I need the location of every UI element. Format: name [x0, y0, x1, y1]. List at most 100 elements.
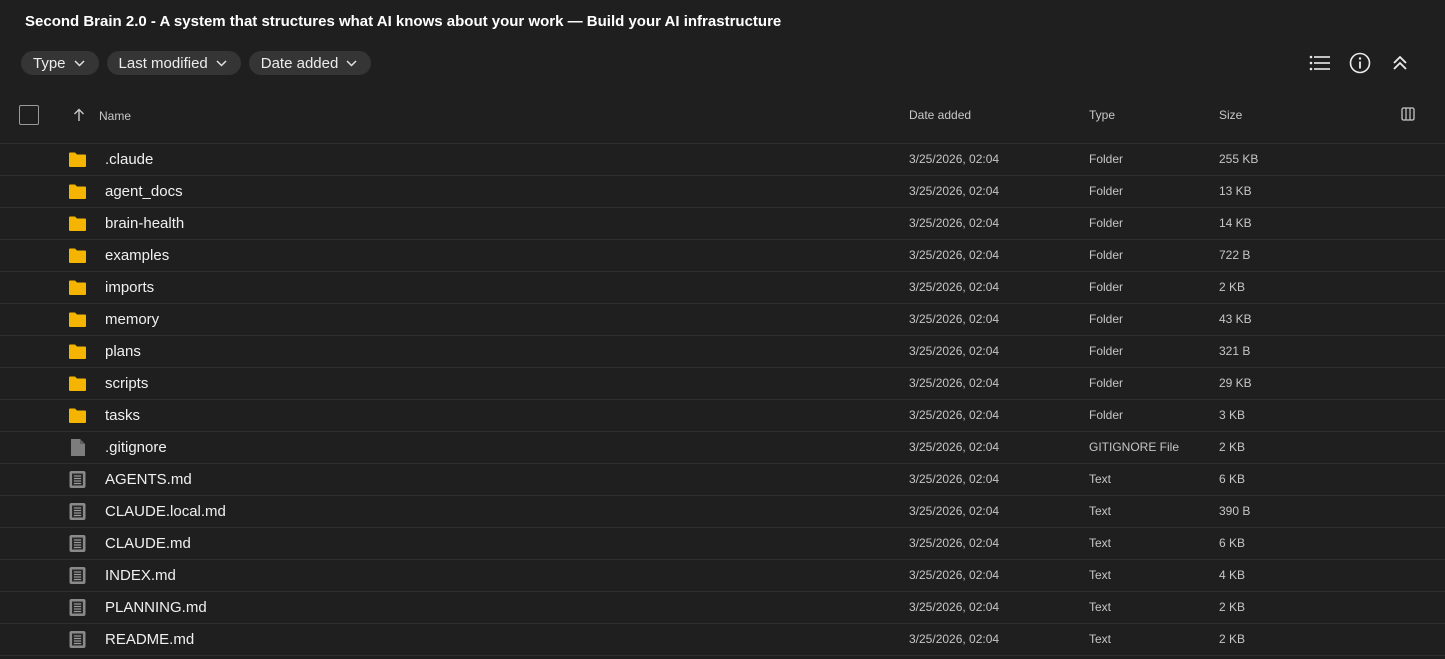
- table-row[interactable]: README.md 3/25/2026, 02:04 Text 2 KB: [0, 624, 1445, 656]
- columns-settings-icon[interactable]: [1401, 107, 1415, 124]
- table-row[interactable]: CLAUDE.local.md 3/25/2026, 02:04 Text 390 B: [0, 496, 1445, 528]
- file-name: plans: [105, 343, 141, 360]
- select-all-checkbox[interactable]: [19, 105, 39, 125]
- file-type: Folder: [1089, 408, 1124, 422]
- folder-icon: [68, 342, 87, 361]
- file-name: AGENTS.md: [105, 471, 192, 488]
- file-name: README.md: [105, 631, 195, 648]
- file-type: Text: [1089, 504, 1112, 518]
- text-file-icon: [68, 470, 87, 489]
- file-type: Text: [1089, 536, 1112, 550]
- column-header-date-added[interactable]: Date added: [909, 108, 971, 122]
- file-date-added: 3/25/2026, 02:04: [909, 312, 1000, 326]
- file-name: tasks: [105, 407, 141, 424]
- file-type: Folder: [1089, 184, 1124, 198]
- column-header-type[interactable]: Type: [1089, 108, 1115, 122]
- folder-icon: [68, 278, 87, 297]
- table-row[interactable]: tasks 3/25/2026, 02:04 Folder 3 KB: [0, 400, 1445, 432]
- file-date-added: 3/25/2026, 02:04: [909, 248, 1000, 262]
- file-size: 43 KB: [1219, 312, 1252, 326]
- text-file-icon: [68, 598, 87, 617]
- chevron-down-icon: [346, 59, 357, 67]
- file-date-added: 3/25/2026, 02:04: [909, 600, 1000, 614]
- file-type: Folder: [1089, 152, 1124, 166]
- file-size: 321 B: [1219, 344, 1251, 358]
- table-row[interactable]: imports 3/25/2026, 02:04 Folder 2 KB: [0, 272, 1445, 304]
- file-size: 2 KB: [1219, 632, 1246, 646]
- file-size: 4 KB: [1219, 568, 1246, 582]
- filter-bar: Type Last modified Date added: [21, 51, 372, 75]
- table-row[interactable]: examples 3/25/2026, 02:04 Folder 722 B: [0, 240, 1445, 272]
- text-file-icon: [68, 502, 87, 521]
- file-date-added: 3/25/2026, 02:04: [909, 184, 1000, 198]
- table-row[interactable]: plans 3/25/2026, 02:04 Folder 321 B: [0, 336, 1445, 368]
- file-name: brain-health: [105, 215, 185, 232]
- text-file-icon: [68, 630, 87, 649]
- column-header-name[interactable]: Name: [99, 109, 131, 123]
- table-row[interactable]: agent_docs 3/25/2026, 02:04 Folder 13 KB: [0, 176, 1445, 208]
- last-modified-filter-button[interactable]: Last modified: [106, 51, 241, 75]
- type-filter-button[interactable]: Type: [21, 51, 99, 75]
- folder-icon: [68, 246, 87, 265]
- file-type: Folder: [1089, 216, 1124, 230]
- folder-icon: [68, 150, 87, 169]
- folder-icon: [68, 310, 87, 329]
- text-file-icon: [68, 534, 87, 553]
- file-date-added: 3/25/2026, 02:04: [909, 344, 1000, 358]
- file-date-added: 3/25/2026, 02:04: [909, 504, 1000, 518]
- file-name: scripts: [105, 375, 149, 392]
- collapse-icon[interactable]: [1389, 52, 1411, 74]
- file-size: 2 KB: [1219, 280, 1246, 294]
- file-size: 255 KB: [1219, 152, 1259, 166]
- table-row[interactable]: memory 3/25/2026, 02:04 Folder 43 KB: [0, 304, 1445, 336]
- file-size: 6 KB: [1219, 536, 1246, 550]
- file-size: 3 KB: [1219, 408, 1246, 422]
- file-name: CLAUDE.local.md: [105, 503, 226, 520]
- file-date-added: 3/25/2026, 02:04: [909, 568, 1000, 582]
- file-type: Folder: [1089, 312, 1124, 326]
- date-added-filter-label: Date added: [260, 54, 339, 72]
- type-filter-label: Type: [33, 54, 66, 72]
- folder-icon: [68, 214, 87, 233]
- table-row[interactable]: PLANNING.md 3/25/2026, 02:04 Text 2 KB: [0, 592, 1445, 624]
- sort-arrow-up-icon[interactable]: [73, 108, 85, 125]
- folder-icon: [68, 182, 87, 201]
- file-name: CLAUDE.md: [105, 535, 191, 552]
- page-title: Second Brain 2.0 - A system that structu…: [25, 13, 782, 30]
- file-name: .gitignore: [105, 439, 167, 456]
- table-row[interactable]: AGENTS.md 3/25/2026, 02:04 Text 6 KB: [0, 464, 1445, 496]
- file-type: Folder: [1089, 344, 1124, 358]
- file-type: Text: [1089, 600, 1112, 614]
- table-row[interactable]: .claude 3/25/2026, 02:04 Folder 255 KB: [0, 144, 1445, 176]
- file-date-added: 3/25/2026, 02:04: [909, 440, 1000, 454]
- file-list: .claude 3/25/2026, 02:04 Folder 255 KB agent…: [0, 143, 1445, 656]
- file-date-added: 3/25/2026, 02:04: [909, 408, 1000, 422]
- column-header-size[interactable]: Size: [1219, 108, 1242, 122]
- file-size: 2 KB: [1219, 440, 1246, 454]
- file-icon: [68, 438, 87, 457]
- list-view-icon[interactable]: [1309, 52, 1331, 74]
- file-size: 390 B: [1219, 504, 1251, 518]
- folder-icon: [68, 406, 87, 425]
- date-added-filter-button[interactable]: Date added: [248, 51, 372, 75]
- file-size: 13 KB: [1219, 184, 1252, 198]
- table-row[interactable]: INDEX.md 3/25/2026, 02:04 Text 4 KB: [0, 560, 1445, 592]
- file-type: Folder: [1089, 376, 1124, 390]
- file-name: INDEX.md: [105, 567, 176, 584]
- file-type: Folder: [1089, 280, 1124, 294]
- info-icon[interactable]: [1349, 52, 1371, 74]
- file-name: agent_docs: [105, 183, 183, 200]
- table-row[interactable]: brain-health 3/25/2026, 02:04 Folder 14 KB: [0, 208, 1445, 240]
- table-row[interactable]: .gitignore 3/25/2026, 02:04 GITIGNORE File…: [0, 432, 1445, 464]
- file-type: Text: [1089, 472, 1112, 486]
- chevron-down-icon: [74, 59, 85, 67]
- table-header: Name Date added Type Size: [0, 100, 1445, 132]
- table-row[interactable]: CLAUDE.md 3/25/2026, 02:04 Text 6 KB: [0, 528, 1445, 560]
- file-size: 722 B: [1219, 248, 1251, 262]
- file-size: 6 KB: [1219, 472, 1246, 486]
- file-name: memory: [105, 311, 160, 328]
- table-row[interactable]: scripts 3/25/2026, 02:04 Folder 29 KB: [0, 368, 1445, 400]
- file-size: 14 KB: [1219, 216, 1252, 230]
- file-type: Folder: [1089, 248, 1124, 262]
- file-type: GITIGNORE File: [1089, 440, 1180, 454]
